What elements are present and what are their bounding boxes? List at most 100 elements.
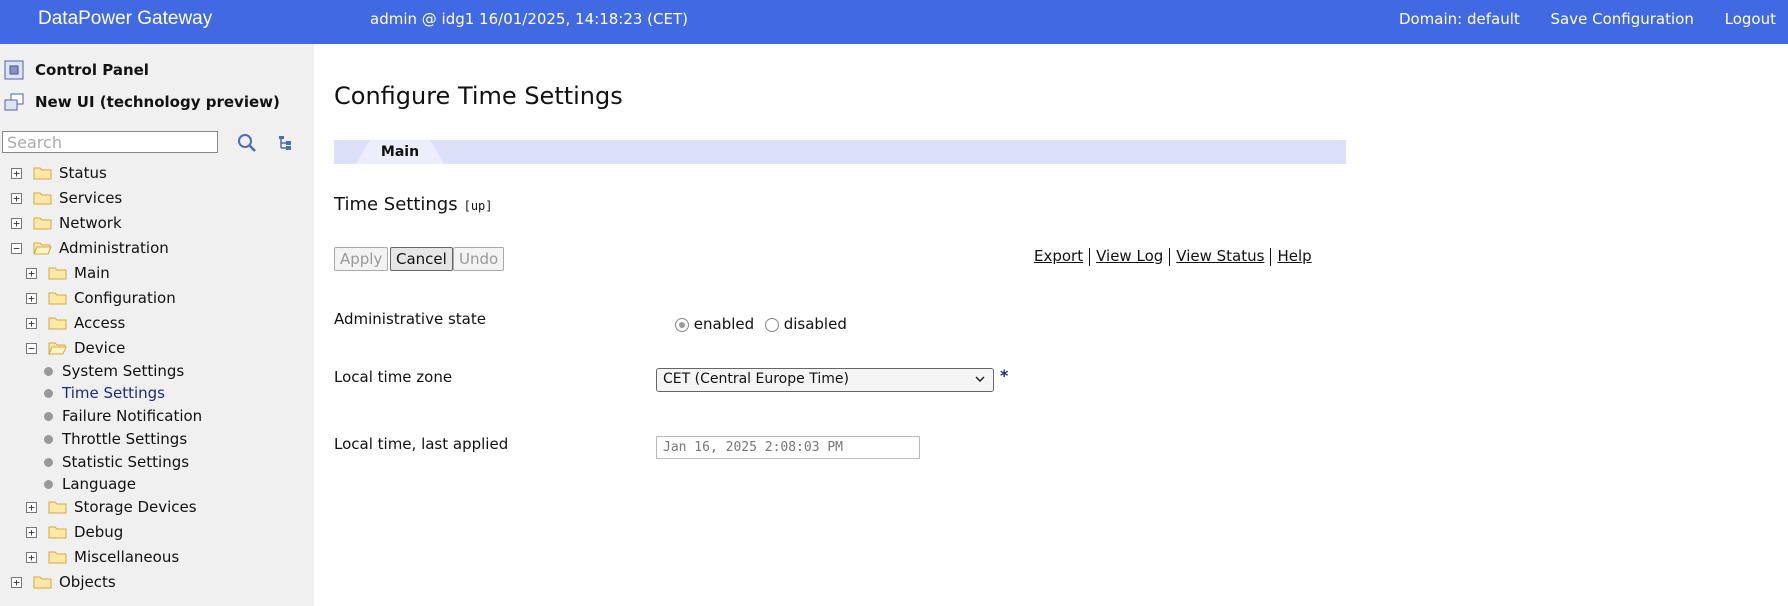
last-applied-field: Jan 16, 2025 2:08:03 PM [656,436,920,459]
expand-icon[interactable]: + [26,292,37,304]
tree-leaf-system-settings[interactable]: System Settings [44,360,184,382]
folder-icon [48,526,67,539]
folder-icon [33,167,52,180]
undo-button[interactable]: Undo [453,247,505,271]
control-panel-link[interactable]: Control Panel [4,58,149,82]
timezone-label: Local time zone [334,368,453,386]
timezone-select[interactable]: CET (Central Europe Time) [656,368,994,392]
save-configuration-link[interactable]: Save Configuration [1551,10,1694,28]
tree-item-network[interactable]: + Network [11,212,122,234]
new-ui-link[interactable]: New UI (technology preview) [4,90,280,114]
bullet-icon [44,388,53,398]
tab-bar: Main [334,140,1346,164]
tree-label: Network [59,214,122,232]
tree-item-debug[interactable]: + Debug [26,521,123,543]
expand-icon[interactable]: + [26,317,37,329]
new-ui-label: New UI (technology preview) [35,93,280,111]
tree-label: Statistic Settings [62,453,190,471]
tree-item-administration[interactable]: − Administration [11,237,169,259]
expand-icon[interactable]: + [11,576,22,588]
disabled-radio[interactable] [764,317,779,332]
tree-label: Main [74,264,110,282]
folder-icon [48,317,67,330]
tree-item-configuration[interactable]: + Configuration [26,287,176,309]
folder-open-icon [33,242,52,255]
tree-item-access[interactable]: + Access [26,312,125,334]
folder-icon [48,267,67,280]
last-applied-label: Local time, last applied [334,435,509,453]
admin-state-radios: enabled disabled [675,315,847,333]
tree-item-device[interactable]: − Device [26,337,125,359]
domain-selector[interactable]: Domain: default [1399,10,1520,28]
tree-item-miscellaneous[interactable]: + Miscellaneous [26,546,179,568]
bullet-icon [44,457,53,467]
tab-main[interactable]: Main [356,140,444,164]
apply-button[interactable]: Apply [334,247,389,271]
disabled-label: disabled [783,315,847,333]
tree-item-services[interactable]: + Services [11,187,122,209]
enabled-label: enabled [693,315,755,333]
enabled-radio[interactable] [675,317,689,332]
tree-leaf-language[interactable]: Language [44,473,136,495]
section-title-text: Time Settings [334,194,458,215]
tree-label: Objects [59,573,116,591]
view-log-link[interactable]: View Log [1096,247,1163,265]
expand-icon[interactable]: + [11,192,22,204]
folder-icon [33,217,52,230]
search-icon[interactable] [236,132,258,154]
tree-label: Time Settings [62,384,166,402]
tree-label: Configuration [74,289,176,307]
collapse-icon[interactable]: − [26,342,37,354]
up-link[interactable]: [up] [464,199,493,213]
logout-link[interactable]: Logout [1725,10,1776,28]
action-links: Export View Log View Status Help [1034,247,1312,266]
tree-item-main[interactable]: + Main [26,262,110,284]
tree-item-objects[interactable]: + Objects [11,571,116,593]
top-bar: DataPower Gateway admin @ idg1 16/01/202… [0,0,1788,44]
tree-label: Debug [74,523,124,541]
expand-icon[interactable]: + [26,526,37,538]
required-marker: * [1000,366,1009,385]
expand-icon[interactable]: + [26,501,37,513]
tree-label: Storage Devices [74,498,197,516]
timezone-value: CET (Central Europe Time) [663,371,849,387]
expand-icon[interactable]: + [26,267,37,279]
view-status-link[interactable]: View Status [1176,247,1264,265]
main-content: Configure Time Settings Main Time Settin… [314,44,1788,606]
brand-title: DataPower Gateway [38,8,213,29]
folder-icon [33,192,52,205]
tree-label: Throttle Settings [62,430,188,448]
expand-icon[interactable]: + [11,217,22,229]
tree-label: Failure Notification [62,407,203,425]
cancel-button[interactable]: Cancel [390,247,453,271]
tree-view-icon[interactable] [276,132,298,154]
folder-icon [48,292,67,305]
tree-label: System Settings [62,362,185,380]
tree-leaf-throttle-settings[interactable]: Throttle Settings [44,428,187,450]
folder-icon [48,551,67,564]
tree-leaf-failure-notification[interactable]: Failure Notification [44,405,202,427]
control-panel-label: Control Panel [35,61,149,79]
collapse-icon[interactable]: − [11,242,22,254]
bullet-icon [44,434,53,444]
bullet-icon [44,479,53,489]
tree-leaf-time-settings[interactable]: Time Settings [44,382,165,404]
separator [1169,247,1171,266]
section-title: Time Settings [up] [334,194,493,215]
chevron-down-icon [975,376,985,383]
search-input[interactable] [2,131,218,153]
expand-icon[interactable]: + [11,167,22,179]
admin-state-label: Administrative state [334,310,486,328]
tree-leaf-statistic-settings[interactable]: Statistic Settings [44,451,189,473]
tree-label: Device [74,339,126,357]
sidebar: Control Panel New UI (technology preview… [0,44,314,606]
expand-icon[interactable]: + [26,551,37,563]
export-link[interactable]: Export [1034,247,1083,265]
folder-icon [33,576,52,589]
help-link[interactable]: Help [1277,247,1311,265]
tree-item-status[interactable]: + Status [11,162,107,184]
tree-label: Status [59,164,107,182]
tree-item-storage-devices[interactable]: + Storage Devices [26,496,197,518]
separator [1270,247,1272,266]
separator [1089,247,1091,266]
